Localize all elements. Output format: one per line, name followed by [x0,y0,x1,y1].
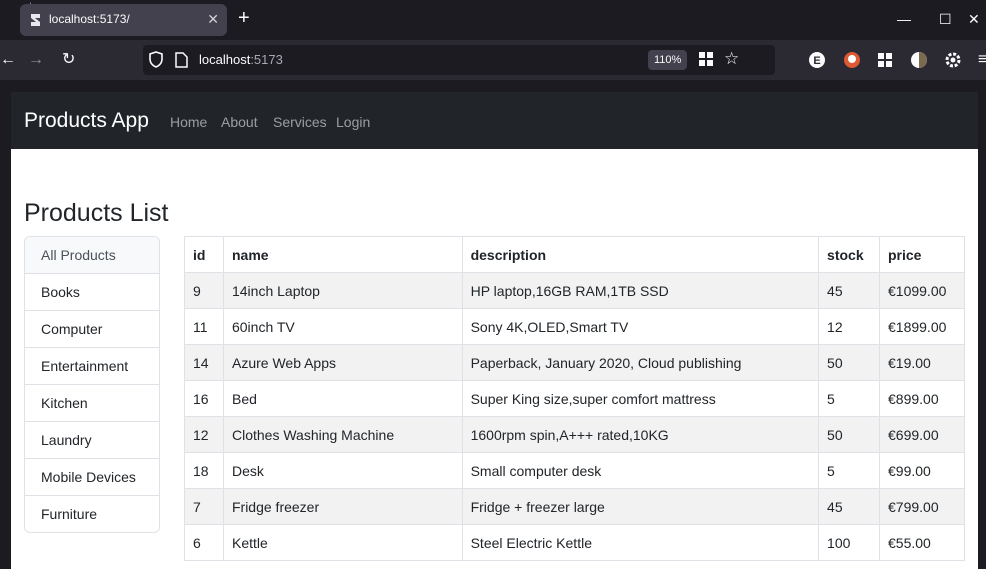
cell-id: 16 [184,380,224,417]
maximize-icon[interactable]: ☐ [939,10,952,28]
cell-description: Small computer desk [461,452,820,489]
cell-description: Paperback, January 2020, Cloud publishin… [461,344,820,381]
cell-price: €19.00 [879,344,965,381]
category-item-entertainment[interactable]: Entertainment [25,348,159,385]
category-item-furniture[interactable]: Furniture [25,496,159,532]
category-item-mobile-devices[interactable]: Mobile Devices [25,459,159,496]
cell-price: €1099.00 [879,272,965,309]
page-viewport: Products App Home About Services Login P… [11,92,978,569]
cell-description: 1600rpm spin,A+++ rated,10KG [461,416,820,453]
table-row: 14 Azure Web Apps Paperback, January 202… [184,344,965,381]
close-tab-icon[interactable]: ✕ [207,11,219,27]
cell-description: Steel Electric Kettle [461,524,820,561]
table-row: 7 Fridge freezer Fridge + freezer large … [184,488,965,525]
cell-price: €799.00 [879,488,965,525]
category-item-books[interactable]: Books [25,274,159,311]
category-item-computer[interactable]: Computer [25,311,159,348]
cell-description: Sony 4K,OLED,Smart TV [461,308,820,345]
cell-description: Fridge + freezer large [461,488,820,525]
minimize-icon[interactable]: — [897,10,911,28]
cell-stock: 5 [818,452,880,489]
page-icon [175,52,188,68]
app-navbar: Products App Home About Services Login [11,92,978,149]
table-row: 6 Kettle Steel Electric Kettle 100 €55.0… [184,524,965,561]
cell-price: €899.00 [879,380,965,417]
category-item-all-products[interactable]: All Products [25,237,159,274]
cell-name: Desk [222,452,463,489]
cell-id: 12 [184,416,224,453]
cell-stock: 45 [818,488,880,525]
cell-stock: 50 [818,344,880,381]
header-price: price [879,236,965,273]
bookmark-star-icon[interactable]: ☆ [724,49,739,69]
cell-id: 11 [184,308,224,345]
cell-id: 6 [184,524,224,561]
cell-name: Kettle [222,524,463,561]
cell-description: Super King size,super comfort mattress [461,380,820,417]
svg-text:E: E [813,55,820,67]
extensions-grid-icon[interactable] [876,51,894,69]
cell-name: Azure Web Apps [222,344,463,381]
menu-icon[interactable]: ≡ [978,50,986,70]
forward-icon[interactable]: → [28,50,44,70]
table-row: 12 Clothes Washing Machine 1600rpm spin,… [184,416,965,453]
cell-stock: 100 [818,524,880,561]
nav-link-about[interactable]: About [221,114,258,130]
cell-stock: 45 [818,272,880,309]
page-title: Products List [24,199,169,227]
gear-icon[interactable] [944,51,962,69]
table-row: 11 60inch TV Sony 4K,OLED,Smart TV 12 €1… [184,308,965,345]
cell-stock: 12 [818,308,880,345]
zoom-level-button[interactable]: 110% [648,50,688,70]
category-item-kitchen[interactable]: Kitchen [25,385,159,422]
reload-icon[interactable]: ↻ [62,50,75,70]
navbar-brand[interactable]: Products App [24,109,149,133]
back-icon[interactable]: ← [0,50,16,70]
qr-grid-icon[interactable] [698,51,714,67]
address-bar[interactable]: localhost:5173 110% ☆ [143,45,775,75]
browser-tab[interactable]: localhost:5173/ ✕ [20,4,227,36]
header-stock: stock [818,236,880,273]
cell-price: €699.00 [879,416,965,453]
table-row: 18 Desk Small computer desk 5 €99.00 [184,452,965,489]
cell-name: 60inch TV [222,308,463,345]
browser-toolbar: ← → ↻ localhost:5173 110% ☆ E ≡ [0,40,986,80]
table-header-row: id name description stock price [184,236,965,273]
header-id: id [184,236,224,273]
cell-id: 14 [184,344,224,381]
vite-favicon-icon [31,14,40,26]
cell-stock: 50 [818,416,880,453]
extension-e-icon[interactable]: E [808,51,826,69]
cell-name: Bed [222,380,463,417]
new-tab-icon[interactable]: + [238,6,250,30]
cell-id: 7 [184,488,224,525]
header-description: description [461,236,820,273]
url-text: localhost:5173 [199,52,283,67]
nav-link-services[interactable]: Services [273,114,327,130]
cell-id: 9 [184,272,224,309]
cell-stock: 5 [818,380,880,417]
browser-tabstrip: ↓ localhost:5173/ ✕ + — ☐ ✕ [0,0,986,40]
close-window-icon[interactable]: ✕ [968,10,980,28]
cell-name: Clothes Washing Machine [222,416,463,453]
cell-description: HP laptop,16GB RAM,1TB SSD [461,272,820,309]
shield-icon [149,51,163,68]
tab-title: localhost:5173/ [49,12,130,26]
products-table: id name description stock price 9 14inch… [184,236,965,561]
nav-link-login[interactable]: Login [336,114,370,130]
cell-id: 18 [184,452,224,489]
profile-extension-icon[interactable] [910,51,928,69]
category-item-laundry[interactable]: Laundry [25,422,159,459]
table-row: 9 14inch Laptop HP laptop,16GB RAM,1TB S… [184,272,965,309]
category-list: All Products Books Computer Entertainmen… [24,236,160,533]
cell-name: Fridge freezer [222,488,463,525]
cell-price: €99.00 [879,452,965,489]
table-row: 16 Bed Super King size,super comfort mat… [184,380,965,417]
cell-price: €1899.00 [879,308,965,345]
cell-price: €55.00 [879,524,965,561]
cell-name: 14inch Laptop [222,272,463,309]
header-name: name [222,236,463,273]
nav-link-home[interactable]: Home [170,114,207,130]
duckduckgo-icon[interactable] [843,51,861,69]
